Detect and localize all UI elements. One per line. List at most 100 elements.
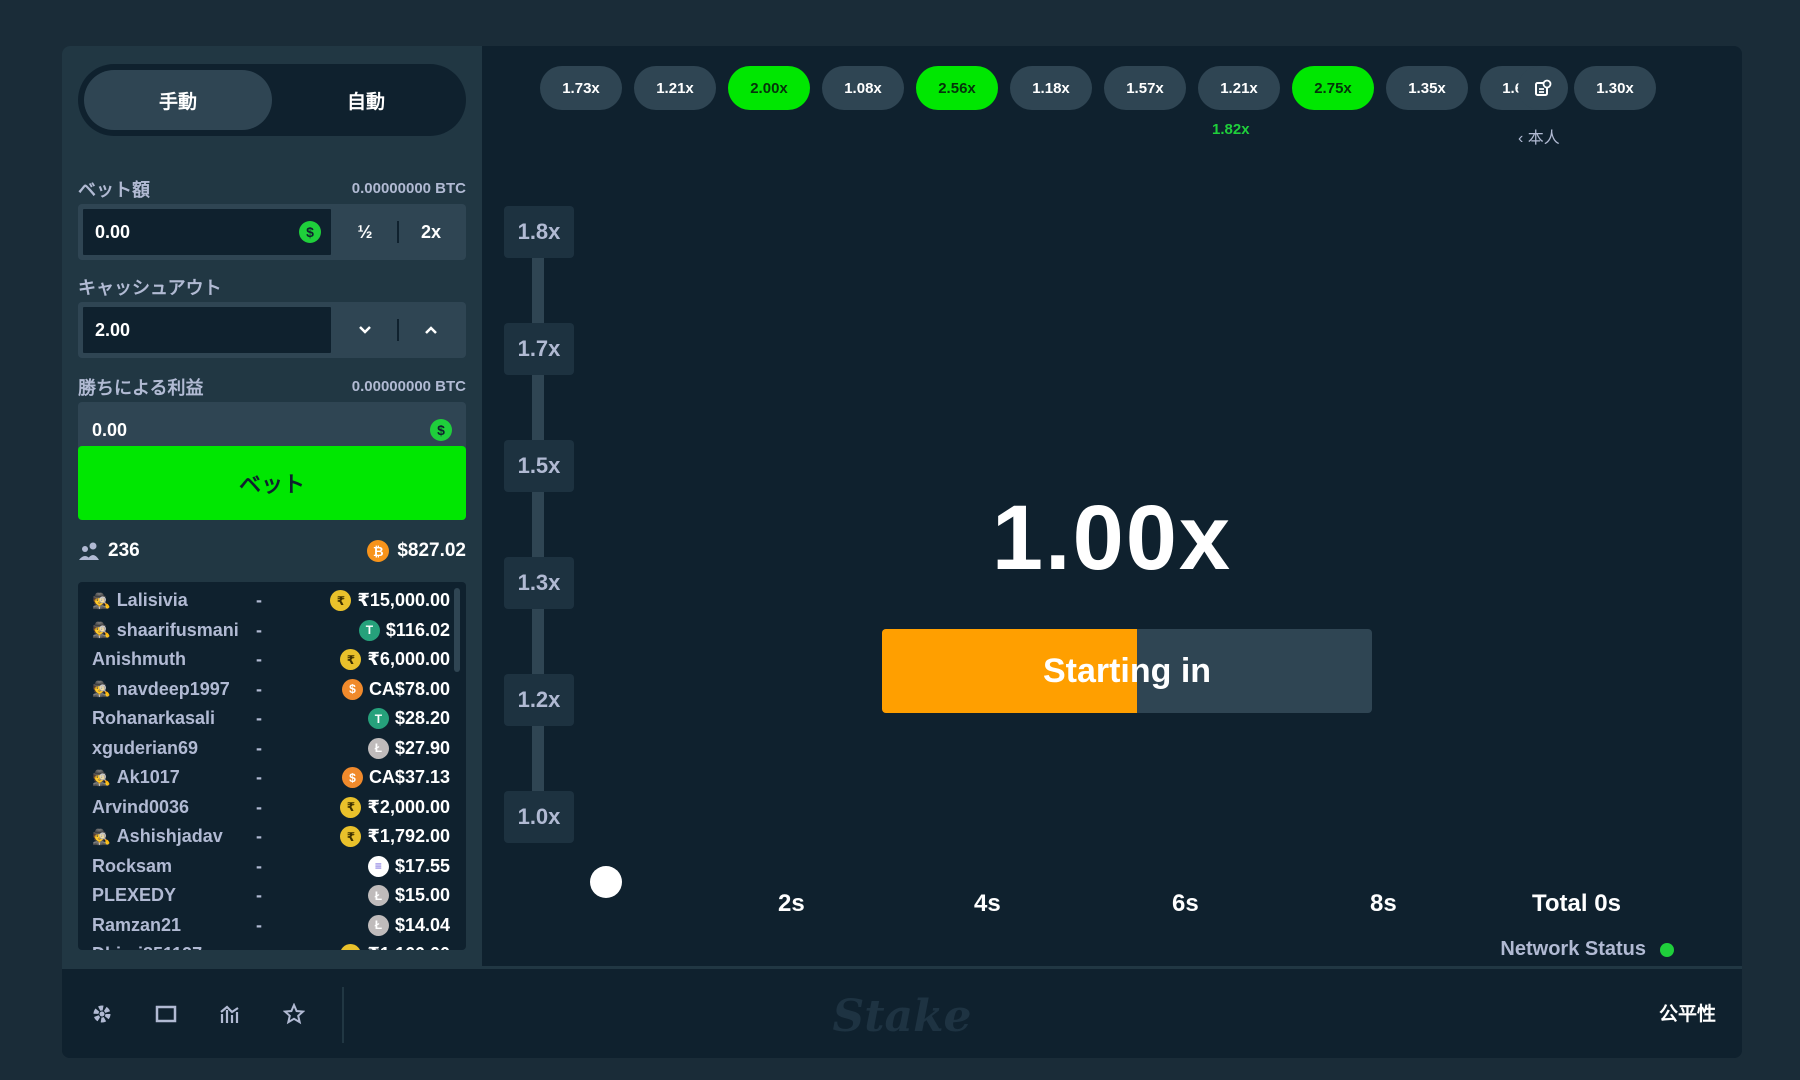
player-cashout: - bbox=[256, 885, 262, 906]
player-row[interactable]: Arvind0036- ₹ ₹2,000.00 bbox=[92, 793, 450, 823]
chevron-up-icon bbox=[425, 326, 437, 334]
player-row[interactable]: 🕵 Lalisivia - ₹ ₹15,000.00 bbox=[92, 586, 450, 616]
player-bet-amount: CA$78.00 bbox=[368, 678, 450, 699]
half-bet-button[interactable]: ½ bbox=[333, 207, 397, 257]
hidden-user-icon: 🕵 bbox=[92, 769, 111, 787]
countdown-progress: Starting in bbox=[882, 629, 1372, 713]
x-axis-tick: 8s bbox=[1370, 890, 1397, 917]
profit-value: 0.00 bbox=[92, 419, 128, 440]
x-axis-tick: 4s bbox=[974, 890, 1001, 917]
game-window: 手動 自動 ベット額 0.00000000 BTC 0.00 $ ½ 2x キャ… bbox=[62, 46, 1742, 1058]
player-cashout: - bbox=[256, 590, 262, 611]
player-count: 236 bbox=[108, 540, 140, 561]
previous-result-pill[interactable]: 1.35x bbox=[1386, 66, 1468, 110]
player-bet-amount: $15.00 bbox=[394, 885, 450, 906]
player-bet-amount: ₹15,000.00 bbox=[357, 590, 450, 611]
player-row[interactable]: 🕵 shaarifusmani - T $116.02 bbox=[92, 616, 450, 646]
player-bet-amount: $27.90 bbox=[394, 737, 450, 758]
player-row[interactable]: 🕵 Ak1017- $ CA$37.13 bbox=[92, 763, 450, 793]
ltc-currency-icon: Ł bbox=[367, 737, 389, 759]
player-row[interactable]: Rohanarkasali - T $28.20 bbox=[92, 704, 450, 734]
inr-currency-icon: ₹ bbox=[340, 649, 362, 671]
x-axis-tick: 2s bbox=[778, 890, 805, 917]
player-name-cell: Rocksam bbox=[92, 856, 244, 877]
previous-result-pill[interactable]: 1.73x bbox=[540, 66, 622, 110]
previous-result-pill[interactable]: 1.21x bbox=[634, 66, 716, 110]
player-bet-cell: Ł $27.90 bbox=[274, 737, 450, 759]
hidden-user-icon: 🕵 bbox=[92, 592, 111, 610]
player-bet-amount: CA$37.13 bbox=[368, 767, 450, 788]
previous-result-pill[interactable]: 1.57x bbox=[1104, 66, 1186, 110]
player-row[interactable]: xguderian69- Ł $27.90 bbox=[92, 734, 450, 764]
player-bet-amount: ₹6,000.00 bbox=[367, 649, 450, 670]
cashout-input[interactable]: 2.00 bbox=[81, 305, 333, 355]
previous-result-pill[interactable]: 2.00x bbox=[728, 66, 810, 110]
player-bet-cell: ₹ ₹1,160.00 bbox=[274, 944, 450, 950]
tab-manual[interactable]: 手動 bbox=[84, 70, 272, 130]
bet-amount-btc: 0.00000000 BTC bbox=[351, 180, 466, 197]
crash-game-area: 1.73x 1.21x 2.00x 1.08x 2.56x 1.18x 1.57x 1.21x… bbox=[482, 46, 1742, 966]
player-row[interactable]: 🕵 navdeep1997- $ CA$78.00 bbox=[92, 675, 450, 705]
tab-auto[interactable]: 自動 bbox=[272, 70, 460, 130]
player-cashout: - bbox=[256, 826, 262, 847]
player-name: Dhiraj851127 bbox=[92, 944, 202, 950]
player-name-cell: 🕵 Ashishjadav bbox=[92, 826, 244, 847]
previous-result-pill[interactable]: 1.08x bbox=[822, 66, 904, 110]
player-cashout: - bbox=[256, 678, 262, 699]
inr-currency-icon: ₹ bbox=[330, 590, 352, 612]
player-name-cell: 🕵 Lalisivia bbox=[92, 590, 244, 611]
previous-result-pill[interactable]: 1.21x bbox=[1198, 66, 1280, 110]
previous-result-pill[interactable]: 2.75x bbox=[1292, 66, 1374, 110]
player-bet-cell: Ł $14.04 bbox=[274, 914, 450, 936]
player-name: Anishmuth bbox=[92, 649, 186, 670]
my-bets-link[interactable]: ‹ 本人 bbox=[1518, 124, 1560, 148]
player-name: xguderian69 bbox=[92, 737, 199, 758]
x-axis-tick: 6s bbox=[1172, 890, 1199, 917]
double-bet-button[interactable]: 2x bbox=[399, 207, 463, 257]
history-button[interactable] bbox=[1518, 66, 1568, 110]
mode-toggle: 手動 自動 bbox=[78, 64, 466, 136]
player-row[interactable]: Anishmuth - ₹ ₹6,000.00 bbox=[92, 645, 450, 675]
player-bet-cell: ₹ ₹2,000.00 bbox=[274, 796, 450, 818]
player-row[interactable]: 🕵 Ashishjadav - ₹ ₹1,792.00 bbox=[92, 822, 450, 852]
cashout-value: 2.00 bbox=[95, 319, 131, 340]
player-bet-amount: ₹2,000.00 bbox=[367, 796, 450, 817]
player-row[interactable]: PLEXEDY - Ł $15.00 bbox=[92, 881, 450, 911]
bet-amount-input[interactable]: 0.00 $ bbox=[81, 207, 333, 257]
previous-result-pill[interactable]: 1.30x bbox=[1574, 66, 1656, 110]
bet-amount-value: 0.00 bbox=[95, 221, 131, 242]
inr-currency-icon: ₹ bbox=[340, 944, 362, 950]
player-name-cell: 🕵 navdeep1997 bbox=[92, 679, 244, 700]
players-list[interactable]: 🕵 Lalisivia - ₹ ₹15,000.00 🕵 shaarifusmani - T $1… bbox=[78, 582, 466, 950]
cashout-field: 2.00 bbox=[78, 302, 466, 358]
player-cashout: - bbox=[244, 944, 274, 950]
bet-button[interactable]: ベット bbox=[78, 446, 466, 520]
previous-result-pill[interactable]: 2.56x bbox=[916, 66, 998, 110]
player-row[interactable]: Dhiraj851127 - ₹ ₹1,160.00 bbox=[92, 940, 450, 950]
hidden-user-icon: 🕵 bbox=[92, 828, 111, 846]
players-scrollbar[interactable] bbox=[454, 588, 460, 672]
bet-sidebar: 手動 自動 ベット額 0.00000000 BTC 0.00 $ ½ 2x キャ… bbox=[62, 46, 482, 966]
cashout-decrease-button[interactable] bbox=[333, 305, 397, 355]
player-cashout: - bbox=[256, 619, 262, 640]
y-axis-tick: 1.7x bbox=[504, 323, 574, 375]
y-axis-tick: 1.5x bbox=[504, 440, 574, 492]
player-cashout: - bbox=[256, 796, 262, 817]
player-bet-cell: T $28.20 bbox=[274, 708, 450, 730]
previous-result-pill[interactable]: 1.18x bbox=[1010, 66, 1092, 110]
bet-stats: 236 ₿ $827.02 bbox=[78, 536, 466, 566]
player-name-cell: Arvind0036 bbox=[92, 797, 244, 818]
game-footer: Stake 公平性 bbox=[62, 966, 1742, 1058]
fairness-link[interactable]: 公平性 bbox=[1659, 999, 1716, 1026]
player-name-cell: 🕵 shaarifusmani bbox=[92, 620, 244, 641]
cad-currency-icon: $ bbox=[341, 678, 363, 700]
history-list-icon bbox=[1535, 79, 1552, 96]
cashout-increase-button[interactable] bbox=[399, 305, 463, 355]
previous-results: 1.73x 1.21x 2.00x 1.08x 2.56x 1.18x 1.57x 1.21x… bbox=[540, 66, 1656, 110]
total-wagered: $827.02 bbox=[397, 540, 466, 561]
player-row[interactable]: Rocksam - ≡ $17.55 bbox=[92, 852, 450, 882]
player-name-cell: Rohanarkasali bbox=[92, 708, 244, 729]
player-row[interactable]: Ramzan21- Ł $14.04 bbox=[92, 911, 450, 941]
inr-currency-icon: ₹ bbox=[340, 826, 362, 848]
player-name: shaarifusmani bbox=[116, 619, 239, 640]
